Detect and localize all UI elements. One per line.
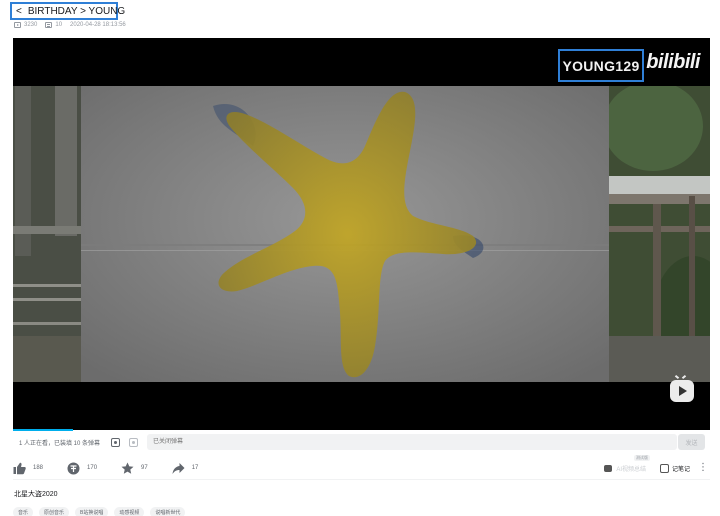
video-title: 北星大盗2020	[14, 491, 58, 498]
coin-count: 170	[87, 465, 98, 471]
danmaku-count: 10	[45, 22, 62, 28]
ai-summary-label: AI视频总结	[616, 466, 646, 473]
share-button[interactable]: 17	[172, 462, 199, 475]
coin-icon	[67, 462, 80, 475]
bilibili-logo: bilibili	[646, 51, 700, 73]
action-bar: 188 170 97 17 AI视频总结 测试版 记笔记 ⋮	[13, 454, 710, 478]
play-count: 3230	[14, 22, 37, 28]
video-frame-image	[13, 86, 710, 382]
notes-label: 记笔记	[671, 466, 690, 473]
danmaku-settings-icon[interactable]	[129, 437, 138, 447]
video-meta: 3230 10 2020-04-28 18:13:56	[14, 20, 134, 30]
notes-button[interactable]: 记笔记	[659, 463, 690, 473]
robot-icon	[604, 464, 613, 472]
video-frame[interactable]	[13, 86, 710, 382]
watermark-box: YOUNG129	[558, 49, 644, 82]
danmaku-toggle-icon[interactable]	[111, 437, 120, 447]
danmaku-bar: 1 人正在看，已装填 10 条弹幕 发送	[13, 431, 710, 453]
action-bar-right: AI视频总结 测试版 记笔记 ⋮	[604, 454, 708, 478]
back-arrow[interactable]: <	[16, 6, 22, 17]
tv-play-icon[interactable]	[670, 380, 694, 402]
tag-item[interactable]: 说唱新世代	[150, 507, 186, 516]
share-arrow-icon	[172, 462, 185, 475]
publish-date: 2020-04-28 18:13:56	[70, 22, 126, 28]
like-button[interactable]: 188	[13, 462, 43, 475]
ai-summary-button[interactable]: AI视频总结 测试版	[604, 454, 650, 473]
online-count: 1 人正在看，已装填 10 条弹幕	[19, 440, 101, 447]
tag-item[interactable]: 音乐	[13, 507, 34, 516]
star-icon	[121, 462, 134, 475]
tag-item[interactable]: B站换说唱	[75, 507, 109, 516]
tag-item[interactable]: 原创音乐	[39, 507, 70, 516]
favorite-button[interactable]: 97	[121, 462, 148, 475]
notebook-icon	[659, 463, 669, 473]
divider	[13, 479, 710, 480]
tag-item[interactable]: 动感视频	[114, 507, 145, 516]
play-count-icon	[14, 22, 21, 28]
video-player[interactable]: YOUNG129 bilibili	[13, 38, 710, 430]
thumbs-up-icon	[13, 462, 26, 475]
favorite-count: 97	[141, 465, 148, 471]
like-count: 188	[33, 465, 44, 471]
breadcrumb-path[interactable]: BIRTHDAY > YOUNG	[28, 6, 125, 17]
beta-badge: 测试版	[633, 454, 650, 461]
send-button[interactable]: 发送	[678, 434, 705, 450]
breadcrumb[interactable]: < BIRTHDAY > YOUNG	[10, 2, 125, 20]
share-count: 17	[191, 465, 199, 471]
coin-button[interactable]: 170	[67, 462, 97, 475]
danmaku-input[interactable]	[147, 434, 677, 450]
danmaku-count-icon	[45, 22, 53, 28]
tag-list: 音乐 原创音乐 B站换说唱 动感视频 说唱新世代	[13, 507, 191, 516]
more-icon[interactable]: ⋮	[698, 463, 708, 473]
